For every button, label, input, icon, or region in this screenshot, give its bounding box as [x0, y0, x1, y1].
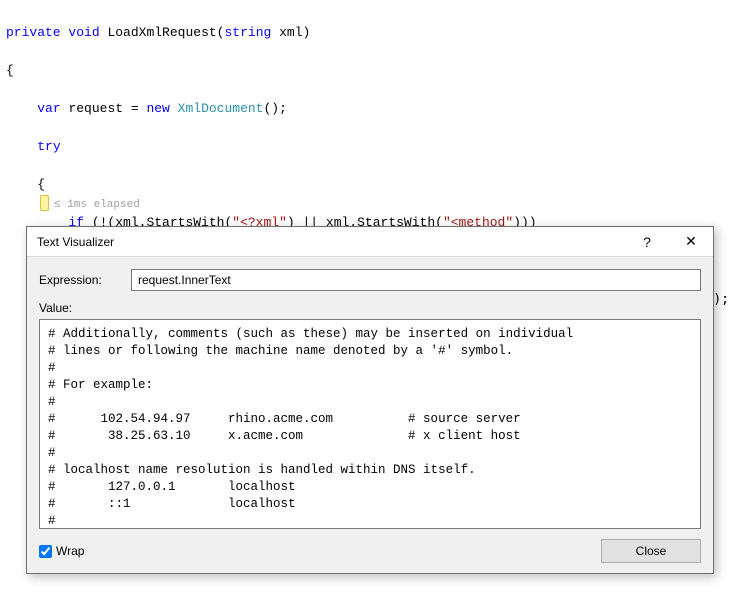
- text-visualizer-dialog: Text Visualizer ? ✕ Expression: Value: #…: [26, 226, 714, 574]
- close-icon: ✕: [685, 233, 697, 250]
- param-xml: xml: [279, 25, 302, 40]
- wrap-text: Wrap: [56, 544, 84, 558]
- kw-var: var: [37, 101, 60, 116]
- var-request: request: [68, 101, 123, 116]
- type-xmldocument: XmlDocument: [178, 101, 264, 116]
- kw-private: private: [6, 25, 61, 40]
- close-button[interactable]: Close: [601, 539, 701, 563]
- kw-try: try: [37, 139, 60, 154]
- kw-string: string: [224, 25, 271, 40]
- expression-input[interactable]: [131, 269, 701, 291]
- value-label: Value:: [39, 301, 701, 315]
- help-icon: ?: [643, 234, 651, 250]
- kw-new: new: [146, 101, 169, 116]
- value-textarea[interactable]: # Additionally, comments (such as these)…: [39, 319, 701, 529]
- wrap-checkbox-label[interactable]: Wrap: [39, 544, 84, 558]
- dialog-titlebar[interactable]: Text Visualizer ? ✕: [27, 227, 713, 257]
- breakpoint-marker[interactable]: [40, 195, 49, 211]
- wrap-checkbox[interactable]: [39, 545, 52, 558]
- dialog-title: Text Visualizer: [37, 235, 625, 249]
- method-name: LoadXmlRequest: [107, 25, 216, 40]
- close-window-button[interactable]: ✕: [669, 227, 713, 257]
- kw-void: void: [68, 25, 99, 40]
- help-button[interactable]: ?: [625, 227, 669, 257]
- expression-label: Expression:: [39, 273, 131, 287]
- perf-elapsed: ≤ 1ms elapsed: [54, 199, 140, 211]
